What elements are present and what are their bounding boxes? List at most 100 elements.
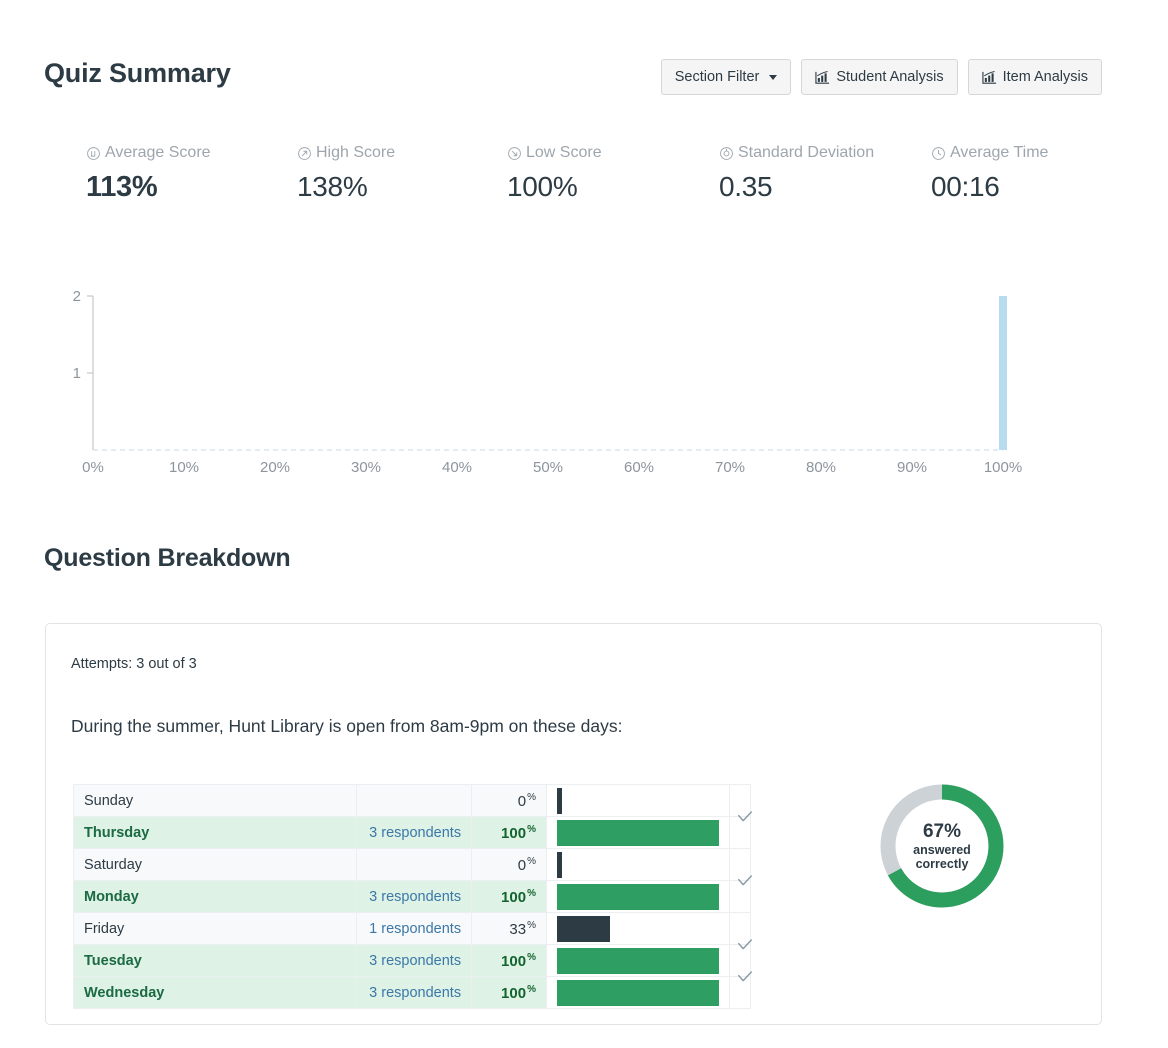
table-row: Friday1 respondents33% <box>74 913 751 945</box>
answer-bar-fill <box>557 788 562 814</box>
table-row: Monday3 respondents100% <box>74 881 751 913</box>
stat-standard-deviation: Standard Deviation 0.35 <box>719 144 874 203</box>
answer-respondents <box>357 849 472 881</box>
answer-bar-fill <box>557 980 719 1006</box>
answer-respondents[interactable]: 3 respondents <box>357 977 472 1009</box>
stat-average-time: Average Time 00:16 <box>931 144 1048 203</box>
answer-bar-cell <box>546 785 729 817</box>
answer-percent: 100% <box>472 817 547 849</box>
check-icon <box>736 808 754 826</box>
check-icon <box>736 968 754 986</box>
answer-text: Monday <box>74 881 357 913</box>
stat-standard-deviation-label-row: Standard Deviation <box>719 144 874 162</box>
answer-text: Tuesday <box>74 945 357 977</box>
stat-high-score-label: High Score <box>316 144 395 162</box>
chart-x-tick-label: 0% <box>82 459 104 476</box>
chart-x-tick-label: 10% <box>169 459 199 476</box>
answer-bar-fill <box>557 820 719 846</box>
stat-average-score: Average Score 113% <box>86 144 211 203</box>
circled-mu-icon <box>86 146 101 161</box>
answer-respondents[interactable]: 1 respondents <box>357 913 472 945</box>
chart-x-tick-label: 30% <box>351 459 381 476</box>
stat-high-score-label-row: High Score <box>297 144 395 162</box>
attempts-text: Attempts: 3 out of 3 <box>71 656 197 672</box>
answer-breakdown-table: Sunday0%Thursday3 respondents100%Saturda… <box>73 784 751 1009</box>
answer-correct-marker <box>729 881 750 913</box>
chart-x-tick-label: 80% <box>806 459 836 476</box>
question-card: Attempts: 3 out of 3 During the summer, … <box>45 623 1102 1025</box>
answer-percent-number: 100 <box>501 888 526 905</box>
answer-bar-cell <box>546 849 729 881</box>
percent-symbol: % <box>527 952 536 963</box>
answer-bar-cell <box>546 977 729 1009</box>
check-icon <box>736 936 754 954</box>
answer-percent-number: 100 <box>501 952 526 969</box>
answer-respondents <box>357 785 472 817</box>
stat-average-time-label-row: Average Time <box>931 144 1048 162</box>
chart-y-tick-label: 2 <box>73 288 81 305</box>
answer-bar-cell <box>546 913 729 945</box>
answer-bar-fill <box>557 948 719 974</box>
answer-percent-number: 0 <box>518 856 526 873</box>
table-row: Tuesday3 respondents 100% <box>74 945 751 977</box>
answer-bar-cell <box>546 945 729 977</box>
answered-correctly-donut: 67% answered correctly <box>872 776 1012 916</box>
student-analysis-label: Student Analysis <box>836 69 943 85</box>
chart-x-tick-label: 70% <box>715 459 745 476</box>
answer-percent: 0% <box>472 849 547 881</box>
answer-text: Thursday <box>74 817 357 849</box>
chart-bar[interactable] <box>999 296 1007 450</box>
stat-low-score-value: 100% <box>507 171 602 203</box>
stat-average-score-value: 113% <box>86 171 211 203</box>
answer-text: Wednesday <box>74 977 357 1009</box>
section-filter-button[interactable]: Section Filter <box>661 59 792 95</box>
stat-average-score-label: Average Score <box>105 144 211 162</box>
answer-bar-fill <box>557 916 610 942</box>
stat-low-score-label: Low Score <box>526 144 602 162</box>
answer-respondents[interactable]: 3 respondents <box>357 817 472 849</box>
answer-percent: 0% <box>472 785 547 817</box>
percent-symbol: % <box>527 920 536 931</box>
answer-respondents[interactable]: 3 respondents <box>357 881 472 913</box>
answer-bar-cell <box>546 817 729 849</box>
answer-percent: 100% <box>472 881 547 913</box>
answer-percent: 100% <box>472 977 547 1009</box>
score-distribution-chart: 120%10%20%30%40%50%60%70%80%90%100% <box>0 280 1168 480</box>
answer-text: Sunday <box>74 785 357 817</box>
donut-percent: 67% <box>923 821 961 843</box>
stat-high-score-value: 138% <box>297 171 395 203</box>
answer-bar-fill <box>557 884 719 910</box>
answer-correct-marker <box>729 817 750 849</box>
answer-bar-cell <box>546 881 729 913</box>
chart-x-tick-label: 20% <box>260 459 290 476</box>
stat-standard-deviation-value: 0.35 <box>719 171 874 203</box>
student-analysis-button[interactable]: Student Analysis <box>801 59 957 95</box>
answer-bar-fill <box>557 852 562 878</box>
answer-text: Saturday <box>74 849 357 881</box>
chart-x-tick-label: 60% <box>624 459 654 476</box>
percent-symbol: % <box>527 792 536 803</box>
circled-arrow-up-right-icon <box>297 146 312 161</box>
table-row: Saturday 0% <box>74 849 751 881</box>
question-text: During the summer, Hunt Library is open … <box>71 716 623 737</box>
chart-x-tick-label: 100% <box>984 459 1022 476</box>
percent-symbol: % <box>527 984 536 995</box>
stat-average-time-label: Average Time <box>950 144 1048 162</box>
donut-caption-line-2: correctly <box>916 857 969 871</box>
table-row: Wednesday3 respondents100% <box>74 977 751 1009</box>
donut-caption-line-1: answered <box>913 843 971 857</box>
answer-respondents[interactable]: 3 respondents <box>357 945 472 977</box>
answer-correct-marker <box>729 977 750 1009</box>
percent-symbol: % <box>527 856 536 867</box>
section-filter-label: Section Filter <box>675 69 760 85</box>
item-analysis-label: Item Analysis <box>1003 69 1088 85</box>
summary-stats: Average Score 113% High Score 138% <box>0 144 1168 214</box>
circled-arrow-down-right-icon <box>507 146 522 161</box>
stat-average-score-label-row: Average Score <box>86 144 211 162</box>
score-distribution-svg: 120%10%20%30%40%50%60%70%80%90%100% <box>0 280 1168 480</box>
clock-icon <box>931 146 946 161</box>
item-analysis-button[interactable]: Item Analysis <box>968 59 1102 95</box>
check-icon <box>736 872 754 890</box>
chevron-down-icon <box>769 75 777 80</box>
answer-percent-number: 100 <box>501 984 526 1001</box>
